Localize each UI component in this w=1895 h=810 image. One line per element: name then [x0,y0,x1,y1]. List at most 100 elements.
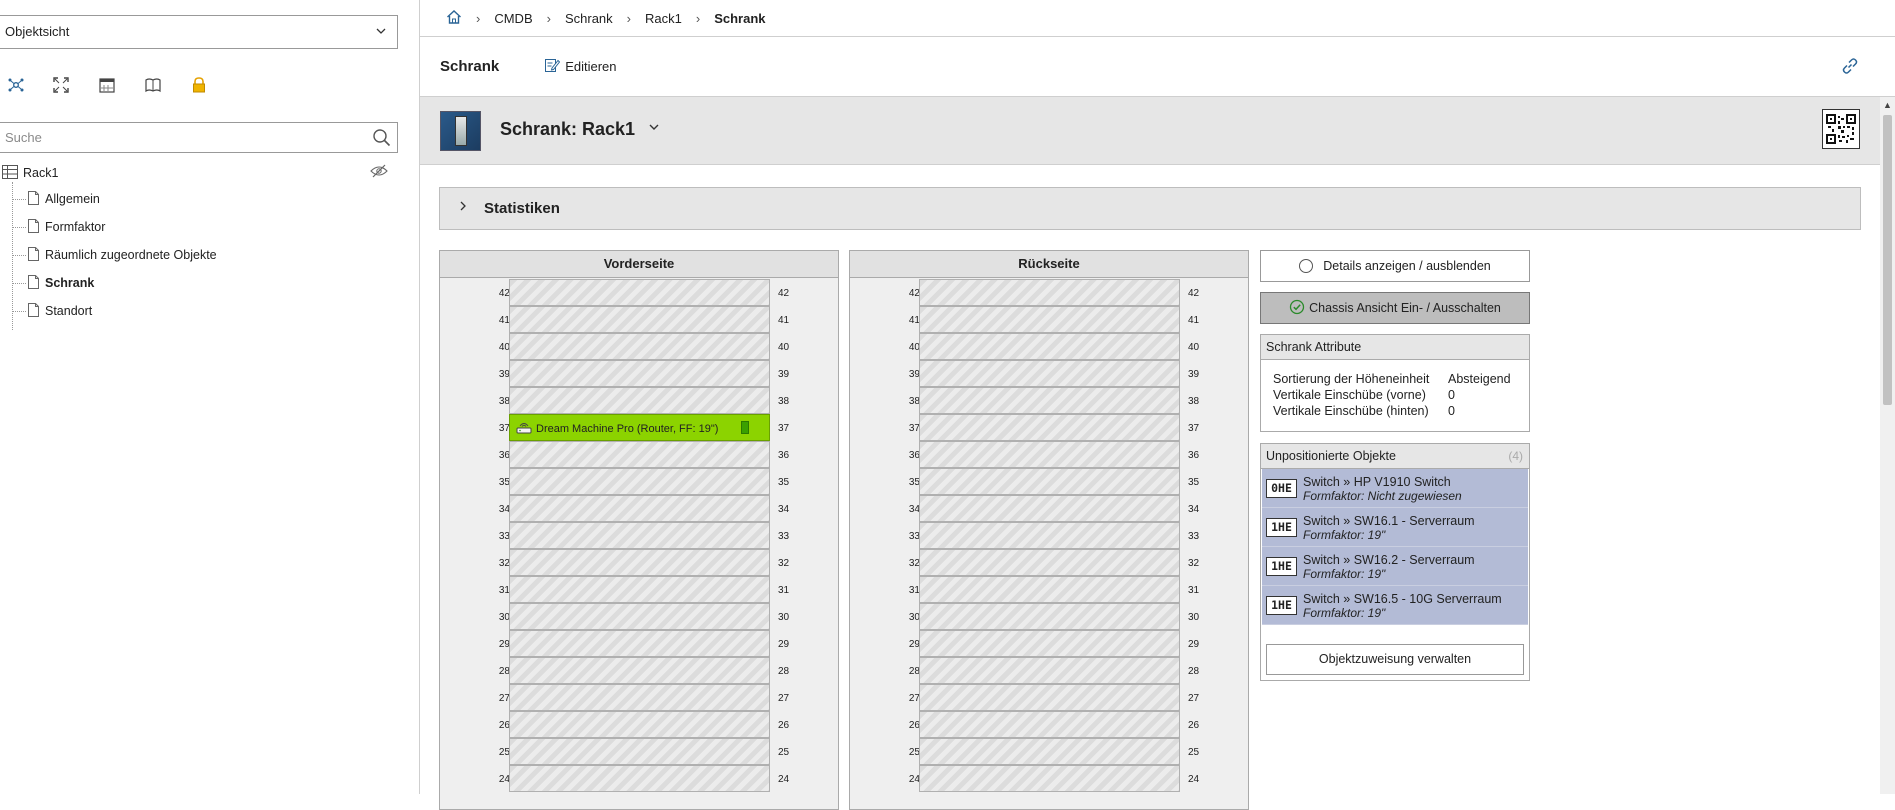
link-icon[interactable] [1841,57,1859,78]
tree-item-schrank[interactable]: Schrank [12,272,94,294]
rack-slot[interactable] [509,576,770,603]
lock-icon[interactable] [186,72,212,98]
breadcrumb-item[interactable]: CMDB [494,11,532,26]
rack-slot[interactable] [509,333,770,360]
rack-slot[interactable] [919,495,1180,522]
unit-number: 31 [1188,585,1200,596]
rack-slot[interactable] [509,630,770,657]
breadcrumb-separator: › [546,10,551,26]
tree-root[interactable]: Rack1 [2,162,58,184]
rack-slot[interactable] [919,279,1180,306]
rack-slot[interactable] [919,468,1180,495]
unpositioned-item[interactable]: 1HE Switch » SW16.2 - Serverraum Formfak… [1262,547,1528,586]
rack-slot[interactable] [919,657,1180,684]
view-select-value: Objektsicht [5,24,70,39]
tree-item-label: Schrank [45,276,95,290]
rack-slot[interactable] [509,549,770,576]
view-select[interactable]: Objektsicht [0,15,398,49]
breadcrumb-separator: › [695,10,701,26]
rack-slot[interactable] [919,549,1180,576]
rack-slot[interactable] [919,333,1180,360]
rack-slot[interactable] [509,603,770,630]
breadcrumb-item[interactable]: Schrank [565,11,613,26]
rack-slot[interactable] [919,684,1180,711]
search-input[interactable] [0,123,350,152]
network-icon[interactable] [3,72,29,98]
vertical-scrollbar[interactable]: ▲ [1880,97,1895,794]
search-icon[interactable] [372,128,391,150]
chevron-down-icon[interactable] [648,121,660,136]
rack-slot[interactable] [919,441,1180,468]
calendar-icon[interactable] [94,72,120,98]
document-icon [28,190,39,208]
rack-slot[interactable] [919,711,1180,738]
unit-number: 36 [908,450,920,461]
rack-slot[interactable] [509,738,770,765]
rack-unit-row: 31 31 [440,576,840,603]
rack-slot[interactable] [919,738,1180,765]
breadcrumb-item[interactable]: Rack1 [645,11,682,26]
rack-slot[interactable] [509,495,770,522]
rack-slot[interactable] [509,441,770,468]
home-icon[interactable] [446,9,462,28]
rack-slot[interactable] [509,711,770,738]
device-label: Dream Machine Pro (Router, FF: 19") [536,422,719,435]
rack-slot[interactable] [919,522,1180,549]
unpositioned-item[interactable]: 0HE Switch » HP V1910 Switch Formfaktor:… [1262,469,1528,508]
manage-assignment-button[interactable]: Objektzuweisung verwalten [1266,644,1524,675]
table-icon [2,164,18,182]
scroll-up-icon[interactable]: ▲ [1883,100,1892,110]
hide-icon[interactable] [370,164,388,181]
unpositioned-item[interactable]: 1HE Switch » SW16.5 - 10G Serverraum For… [1262,586,1528,625]
rack-unit-row: 24 24 [440,765,840,792]
rack-slot[interactable] [509,684,770,711]
rack-slot[interactable] [919,603,1180,630]
unit-number: 40 [1188,342,1200,353]
tree-item-label: Formfaktor [45,220,106,234]
unit-number: 27 [498,693,510,704]
document-icon [28,218,39,236]
rack-slot[interactable] [509,522,770,549]
expand-icon[interactable] [48,72,74,98]
rack-slot[interactable] [919,387,1180,414]
rack-slot[interactable] [919,576,1180,603]
rack-unit-row: 34 34 [440,495,840,522]
rack-slot[interactable] [509,306,770,333]
rack-unit-row: 35 35 [850,468,1250,495]
scrollbar-thumb[interactable] [1883,115,1892,405]
tree-item-standort[interactable]: Standort [12,300,92,322]
tree-item-raeumlich[interactable]: Räumlich zugeordnete Objekte [12,244,217,266]
toggle-details-label: Details anzeigen / ausblenden [1323,259,1491,273]
tree-item-formfaktor[interactable]: Formfaktor [12,216,105,238]
book-icon[interactable] [140,72,166,98]
tree-item-allgemein[interactable]: Allgemein [12,188,100,210]
rack-slot[interactable] [509,360,770,387]
rack-unit-row: 38 38 [850,387,1250,414]
rack-slot[interactable] [919,360,1180,387]
rack-slot[interactable] [509,468,770,495]
rack-slot[interactable] [509,765,770,792]
rack-slot[interactable] [919,765,1180,792]
rack-device[interactable]: Dream Machine Pro (Router, FF: 19") [509,414,770,441]
unpositioned-item-subtitle: Formfaktor: 19" [1303,567,1386,581]
qr-code-icon[interactable] [1822,109,1860,149]
toggle-chassis-button[interactable]: Chassis Ansicht Ein- / Ausschalten [1260,292,1530,324]
rack-slot[interactable] [509,279,770,306]
unit-number: 29 [1188,639,1200,650]
unit-number: 42 [498,288,510,299]
rack-slot[interactable] [919,414,1180,441]
rack-slot[interactable] [919,630,1180,657]
edit-button[interactable]: Editieren [544,57,617,76]
rack-slot[interactable] [509,387,770,414]
unpositioned-item[interactable]: 1HE Switch » SW16.1 - Serverraum Formfak… [1262,508,1528,547]
height-unit-badge: 0HE [1266,479,1297,498]
toggle-details-button[interactable]: Details anzeigen / ausblenden [1260,250,1530,282]
tree-root-label: Rack1 [23,166,59,180]
breadcrumb-separator: › [476,10,481,26]
unit-number: 29 [908,639,920,650]
unit-number: 31 [498,585,510,596]
rack-slot[interactable] [509,657,770,684]
statistics-section[interactable]: Statistiken [439,187,1861,230]
rack-attributes-panel: Schrank Attribute Sortierung der Höhenei… [1260,334,1530,432]
rack-slot[interactable] [919,306,1180,333]
